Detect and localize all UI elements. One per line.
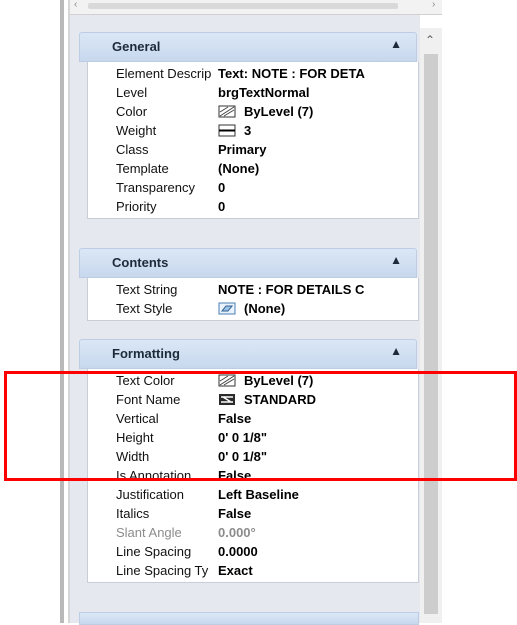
- property-row[interactable]: Justification Left Baseline: [88, 485, 418, 504]
- group-formatting-header[interactable]: Formatting ▲: [79, 339, 417, 369]
- property-value[interactable]: Exact: [218, 561, 418, 580]
- vertical-scrollbar[interactable]: ⌃: [420, 28, 442, 623]
- property-value[interactable]: (None): [218, 299, 418, 318]
- horizontal-scroll-thumb[interactable]: [88, 3, 398, 9]
- property-label: Color: [116, 104, 148, 119]
- property-row[interactable]: Template (None): [88, 159, 418, 178]
- property-row[interactable]: Text Style (None): [88, 299, 418, 318]
- property-row[interactable]: Weight 3: [88, 121, 418, 140]
- line-weight-icon: [218, 123, 236, 137]
- horizontal-scrollbar[interactable]: ‹ ›: [70, 0, 442, 15]
- property-value[interactable]: NOTE : FOR DETAILS C: [218, 280, 418, 299]
- property-value-text: NOTE : FOR DETAILS C: [218, 282, 365, 297]
- property-value-text: 3: [244, 123, 252, 138]
- property-value-text: 0.000°: [218, 525, 256, 540]
- property-row[interactable]: Color ByLevel (7): [88, 102, 418, 121]
- property-value-text: 0.0000: [218, 544, 258, 559]
- property-label: Element Descrip: [116, 66, 212, 81]
- property-value[interactable]: 0: [218, 178, 418, 197]
- group-general-body: Element Descrip Text: NOTE : FOR DETA Leve…: [87, 62, 419, 219]
- property-value-text: (None): [218, 161, 260, 176]
- property-label: Transparency: [116, 180, 195, 195]
- property-value[interactable]: 3: [218, 121, 418, 140]
- property-row[interactable]: Slant Angle 0.000°: [88, 523, 418, 542]
- property-value-text: (None): [244, 301, 286, 316]
- property-label: Justification: [116, 487, 184, 502]
- property-row[interactable]: Text String NOTE : FOR DETAILS C: [88, 280, 418, 299]
- property-label: Line Spacing Ty: [116, 563, 209, 578]
- vertical-scroll-thumb[interactable]: [424, 54, 438, 614]
- property-label: Slant Angle: [116, 525, 182, 540]
- scroll-up-icon[interactable]: ⌃: [425, 33, 435, 47]
- group-contents-title: Contents: [112, 255, 169, 270]
- property-value-text: 0: [218, 180, 226, 195]
- property-value-text: Exact: [218, 563, 253, 578]
- property-value-text: Text: NOTE : FOR DETA: [218, 66, 365, 81]
- property-value-text: Left Baseline: [218, 487, 299, 502]
- property-row[interactable]: Priority 0: [88, 197, 418, 216]
- property-value-text: 0: [218, 199, 226, 214]
- property-value[interactable]: Left Baseline: [218, 485, 418, 504]
- property-value[interactable]: 0.000°: [218, 523, 418, 542]
- property-value[interactable]: brgTextNormal: [218, 83, 418, 102]
- property-row[interactable]: Class Primary: [88, 140, 418, 159]
- property-label: Weight: [116, 123, 157, 138]
- property-value-text: ByLevel (7): [244, 104, 314, 119]
- property-value[interactable]: 0: [218, 197, 418, 216]
- collapse-icon[interactable]: ▲: [390, 344, 402, 358]
- property-label: Priority: [116, 199, 157, 214]
- property-row[interactable]: Line Spacing 0.0000: [88, 542, 418, 561]
- property-value-text: Primary: [218, 142, 267, 157]
- property-row[interactable]: Line Spacing Ty Exact: [88, 561, 418, 580]
- panel-splitter[interactable]: [60, 0, 64, 623]
- group-next-header[interactable]: [79, 612, 419, 625]
- group-general: General ▲ Element Descrip Text: NOTE : FO…: [79, 32, 419, 219]
- property-row[interactable]: Level brgTextNormal: [88, 83, 418, 102]
- group-formatting-title: Formatting: [112, 346, 180, 361]
- color-swatch-icon: [218, 104, 236, 118]
- property-value[interactable]: 0.0000: [218, 542, 418, 561]
- property-value[interactable]: Primary: [218, 140, 418, 159]
- property-label: Template: [116, 161, 169, 176]
- highlight-box: [4, 371, 517, 481]
- property-row[interactable]: Transparency 0: [88, 178, 418, 197]
- property-value[interactable]: False: [218, 504, 418, 523]
- property-value[interactable]: (None): [218, 159, 418, 178]
- property-label: Text Style: [116, 301, 173, 316]
- group-contents-body: Text String NOTE : FOR DETAILS C Text Styl…: [87, 278, 419, 321]
- scroll-left-icon[interactable]: ‹: [74, 0, 77, 10]
- group-contents: Contents ▲ Text String NOTE : FOR DETAILS…: [79, 248, 419, 321]
- property-value[interactable]: Text: NOTE : FOR DETA: [218, 64, 418, 83]
- group-general-title: General: [112, 39, 161, 54]
- scroll-right-icon[interactable]: ›: [432, 0, 435, 10]
- text-style-icon: [218, 301, 236, 315]
- property-row[interactable]: Italics False: [88, 504, 418, 523]
- group-contents-header[interactable]: Contents ▲: [79, 248, 417, 278]
- group-general-header[interactable]: General ▲: [79, 32, 417, 62]
- property-value[interactable]: ByLevel (7): [218, 102, 418, 121]
- property-label: Level: [116, 85, 148, 100]
- collapse-icon[interactable]: ▲: [390, 253, 402, 267]
- property-value-text: brgTextNormal: [218, 85, 310, 100]
- property-label: Class: [116, 142, 149, 157]
- property-label: Line Spacing: [116, 544, 192, 559]
- property-value-text: False: [218, 506, 252, 521]
- property-label: Italics: [116, 506, 150, 521]
- property-row[interactable]: Element Descrip Text: NOTE : FOR DETA: [88, 64, 418, 83]
- property-label: Text String: [116, 282, 178, 297]
- left-gutter: [0, 0, 62, 623]
- collapse-icon[interactable]: ▲: [390, 37, 402, 51]
